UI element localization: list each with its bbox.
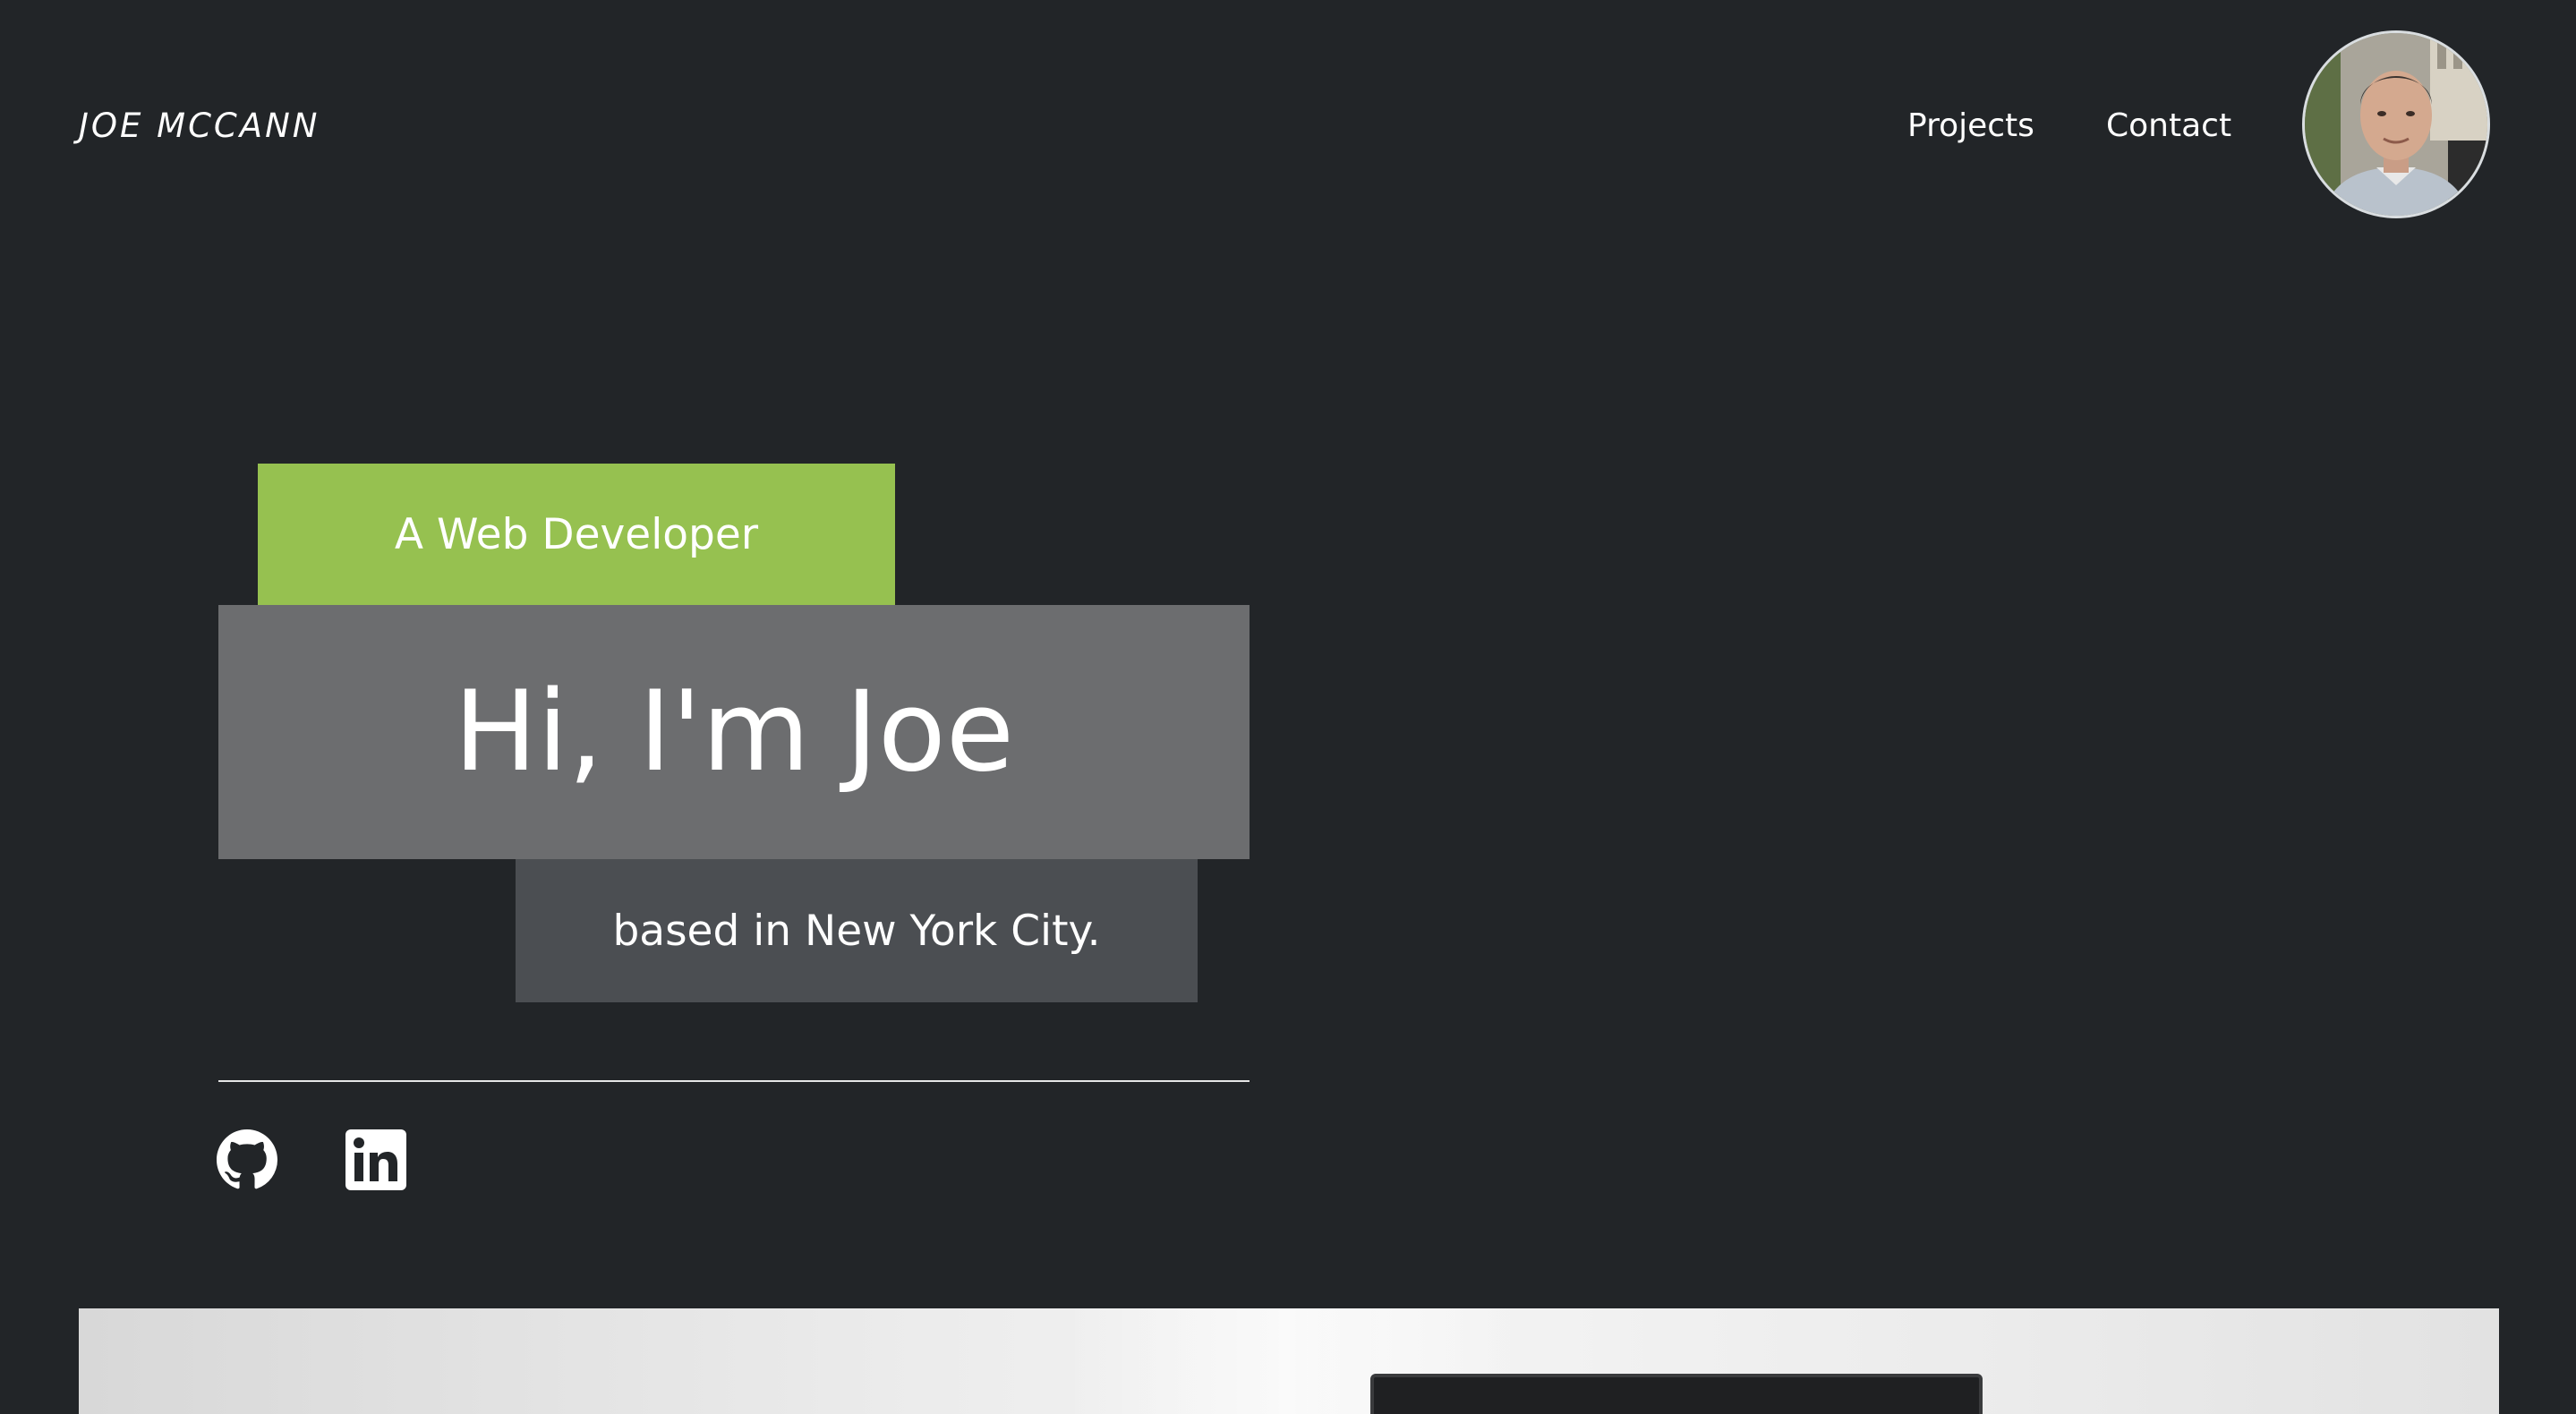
linkedin-icon	[345, 1129, 406, 1190]
tagline-text: A Web Developer	[394, 509, 759, 559]
avatar[interactable]	[2302, 30, 2490, 218]
hero-heading: Hi, I'm Joe	[453, 668, 1015, 796]
github-icon	[217, 1129, 277, 1189]
monitor-image	[1370, 1374, 1983, 1414]
page: JOE MCCANN Projects Contact A Web Develo…	[0, 0, 2576, 1414]
divider	[218, 1080, 1250, 1082]
nav-contact-link[interactable]: Contact	[2106, 106, 2231, 147]
workspace-photo-banner	[79, 1308, 2499, 1414]
hero-heading-box: Hi, I'm Joe	[218, 605, 1250, 859]
linkedin-link[interactable]	[345, 1129, 406, 1190]
location-text: based in New York City.	[612, 906, 1101, 956]
nav-projects-link[interactable]: Projects	[1907, 106, 2034, 147]
location-box: based in New York City.	[516, 859, 1198, 1002]
github-link[interactable]	[217, 1129, 277, 1190]
tagline-box: A Web Developer	[258, 464, 895, 605]
brand-logo-link[interactable]: JOE MCCANN	[79, 106, 320, 147]
avatar-portrait-image	[2305, 33, 2487, 216]
